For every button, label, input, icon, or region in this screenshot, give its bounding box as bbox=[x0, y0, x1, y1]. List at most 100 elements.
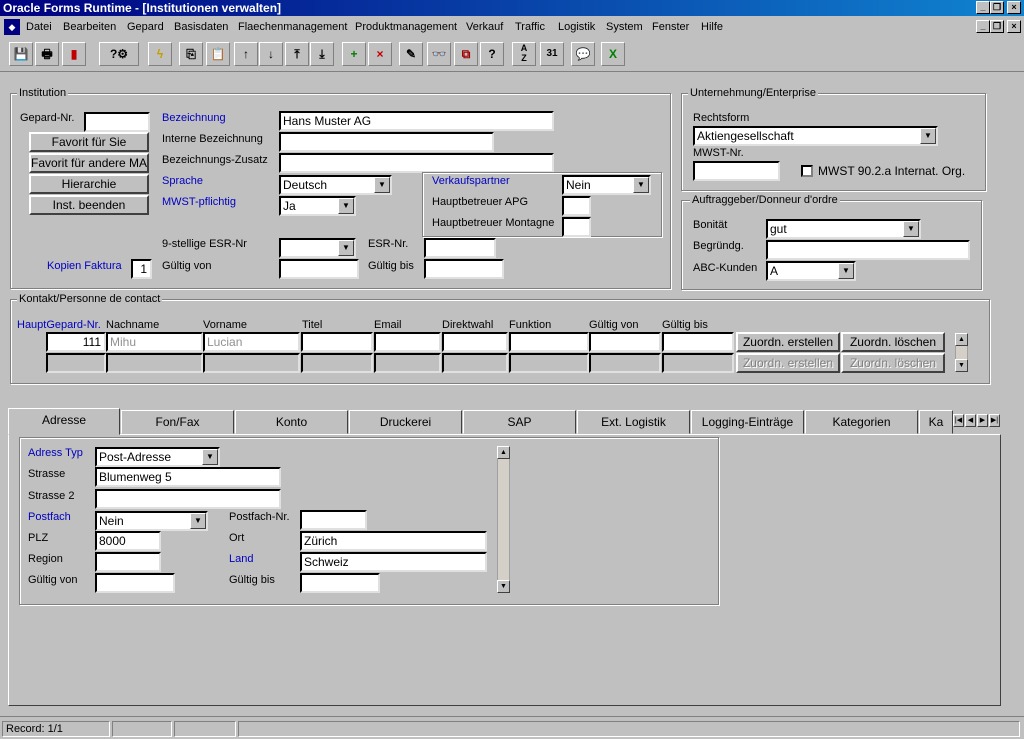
kontakt-row1-nr[interactable]: 111 bbox=[46, 332, 106, 352]
tab-adresse[interactable]: Adresse bbox=[8, 408, 120, 435]
menu-hilfe[interactable]: Hilfe bbox=[701, 17, 723, 37]
kontakt-row2-gueltig-bis[interactable] bbox=[662, 353, 734, 373]
postfach-nr-field[interactable] bbox=[300, 510, 367, 530]
menu-fenster[interactable]: Fenster bbox=[652, 17, 689, 37]
kontakt-row2-nachname[interactable] bbox=[106, 353, 203, 373]
exit-icon[interactable]: ▮ bbox=[62, 42, 86, 66]
hauptbetreuer-montagne-field[interactable] bbox=[562, 217, 591, 237]
strasse-field[interactable]: Blumenweg 5 bbox=[95, 467, 281, 487]
kontakt-row1-funktion[interactable] bbox=[509, 332, 589, 352]
kontakt-row1-titel[interactable] bbox=[301, 332, 373, 352]
comment-icon[interactable]: 💬 bbox=[571, 42, 595, 66]
clear-icon[interactable]: ✎ bbox=[399, 42, 423, 66]
kontakt-row2-vorname[interactable] bbox=[203, 353, 300, 373]
menu-verkauf[interactable]: Verkauf bbox=[466, 17, 503, 37]
favorit-andere-button[interactable]: Favorit für andere MA bbox=[29, 153, 149, 173]
verkaufspartner-select[interactable]: Nein ▼ bbox=[562, 175, 651, 195]
abc-kunden-select[interactable]: A ▼ bbox=[766, 261, 856, 281]
menu-datei[interactable]: Datei bbox=[26, 17, 52, 37]
kontakt-row1-direktwahl[interactable] bbox=[442, 332, 508, 352]
esr-nr-field[interactable] bbox=[424, 238, 496, 258]
menu-basisdaten[interactable]: Basisdaten bbox=[174, 17, 228, 37]
kontakt-row1-nachname[interactable]: Mihu bbox=[106, 332, 203, 352]
esr9-select[interactable]: ▼ bbox=[279, 238, 356, 258]
app-icon[interactable]: ◆ bbox=[4, 19, 20, 35]
adress-typ-select[interactable]: Post-Adresse ▼ bbox=[95, 447, 220, 467]
restore-icon[interactable]: ❐ bbox=[990, 1, 1004, 14]
hauptbetreuer-apg-field[interactable] bbox=[562, 196, 591, 216]
menu-traffic[interactable]: Traffic bbox=[515, 17, 545, 37]
kontakt-row2-funktion[interactable] bbox=[509, 353, 589, 373]
tab-first-icon[interactable]: |◀ bbox=[953, 414, 964, 427]
tab-kategorien[interactable]: Kategorien bbox=[805, 410, 918, 434]
chevron-down-icon[interactable]: ▼ bbox=[202, 449, 218, 465]
bezeichnungs-zusatz-field[interactable] bbox=[279, 153, 554, 173]
favorit-button[interactable]: Favorit für Sie bbox=[29, 132, 149, 152]
calendar-icon[interactable]: 31 bbox=[540, 42, 564, 66]
ort-field[interactable]: Zürich bbox=[300, 531, 487, 551]
menu-gepard[interactable]: Gepard bbox=[127, 17, 164, 37]
delete-record-icon[interactable]: × bbox=[368, 42, 392, 66]
insert-record-icon[interactable]: + bbox=[342, 42, 366, 66]
menu-flaechenmanagement[interactable]: Flaechenmanagement bbox=[238, 17, 347, 37]
tab-konto[interactable]: Konto bbox=[235, 410, 348, 434]
kontakt-row2-direktwahl[interactable] bbox=[442, 353, 508, 373]
chevron-down-icon[interactable]: ▼ bbox=[374, 177, 390, 193]
close-icon[interactable]: × bbox=[1007, 1, 1021, 14]
kontakt-row2-gueltig-von[interactable] bbox=[589, 353, 661, 373]
tab-fon-fax[interactable]: Fon/Fax bbox=[121, 410, 234, 434]
tab-sap[interactable]: SAP bbox=[463, 410, 576, 434]
help-icon[interactable]: ? bbox=[480, 42, 504, 66]
chevron-down-icon[interactable]: ▼ bbox=[903, 221, 919, 237]
zuordn-erstellen-button[interactable]: Zuordn. erstellen bbox=[736, 332, 840, 352]
minimize-icon[interactable]: _ bbox=[976, 1, 990, 14]
inst-beenden-button[interactable]: Inst. beenden bbox=[29, 195, 149, 215]
kontakt-row2-email[interactable] bbox=[374, 353, 441, 373]
query-icon[interactable]: ?⚙ bbox=[99, 42, 139, 66]
chevron-down-icon[interactable]: ▼ bbox=[338, 198, 354, 214]
excel-icon[interactable]: X bbox=[601, 42, 625, 66]
region-field[interactable] bbox=[95, 552, 161, 572]
tab-ka[interactable]: Ka bbox=[919, 410, 953, 434]
scroll-up-icon[interactable]: ▲ bbox=[497, 446, 510, 459]
doc-minimize-icon[interactable]: _ bbox=[976, 20, 990, 33]
bonitaet-select[interactable]: gut ▼ bbox=[766, 219, 921, 239]
scroll-up-icon[interactable]: ▲ bbox=[955, 333, 968, 346]
first-record-icon[interactable]: ⤒ bbox=[285, 42, 309, 66]
begruendung-field[interactable] bbox=[766, 240, 970, 260]
tab-logging[interactable]: Logging-Einträge bbox=[691, 410, 804, 434]
find-icon[interactable]: 👓 bbox=[427, 42, 451, 66]
tab-ext-logistik[interactable]: Ext. Logistik bbox=[577, 410, 690, 434]
sort-icon[interactable]: AZ bbox=[512, 42, 536, 66]
mwst-internat-checkbox[interactable] bbox=[801, 165, 813, 177]
gepard-nr-field[interactable] bbox=[84, 112, 150, 132]
tab-prev-icon[interactable]: ◀ bbox=[965, 414, 976, 427]
kopien-faktura-field[interactable]: 1 bbox=[131, 259, 152, 279]
kontakt-row2-nr[interactable] bbox=[46, 353, 106, 373]
menu-system[interactable]: System bbox=[606, 17, 643, 37]
paste-icon[interactable]: 📋 bbox=[206, 42, 230, 66]
adresse-gueltig-von-field[interactable] bbox=[95, 573, 175, 593]
mwst-nr-field[interactable] bbox=[693, 161, 780, 181]
strasse2-field[interactable] bbox=[95, 489, 281, 509]
tab-next-icon[interactable]: ▶ bbox=[977, 414, 988, 427]
copy-icon[interactable]: ⎘ bbox=[179, 42, 203, 66]
chevron-down-icon[interactable]: ▼ bbox=[838, 263, 854, 279]
doc-restore-icon[interactable]: ❐ bbox=[990, 20, 1004, 33]
plz-field[interactable]: 8000 bbox=[95, 531, 161, 551]
menu-logistik[interactable]: Logistik bbox=[558, 17, 595, 37]
doc-close-icon[interactable]: × bbox=[1007, 20, 1021, 33]
adresse-gueltig-bis-field[interactable] bbox=[300, 573, 380, 593]
postfach-select[interactable]: Nein ▼ bbox=[95, 511, 208, 531]
prev-record-icon[interactable]: ↑ bbox=[234, 42, 258, 66]
bezeichnung-field[interactable]: Hans Muster AG bbox=[279, 111, 554, 131]
menu-bearbeiten[interactable]: Bearbeiten bbox=[63, 17, 116, 37]
rechtsform-select[interactable]: Aktiengesellschaft ▼ bbox=[693, 126, 938, 146]
sprache-select[interactable]: Deutsch ▼ bbox=[279, 175, 392, 195]
menu-produktmanagement[interactable]: Produktmanagement bbox=[355, 17, 457, 37]
kontakt-row1-gueltig-von[interactable] bbox=[589, 332, 661, 352]
kontakt-row2-titel[interactable] bbox=[301, 353, 373, 373]
tab-last-icon[interactable]: ▶| bbox=[989, 414, 1000, 427]
last-record-icon[interactable]: ⤓ bbox=[310, 42, 334, 66]
duplicate-icon[interactable]: ⧉ bbox=[454, 42, 478, 66]
